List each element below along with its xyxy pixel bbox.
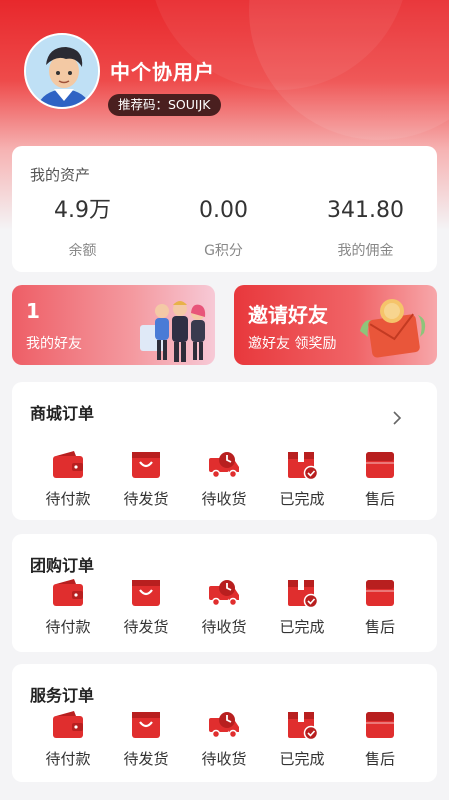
order-after-sales[interactable]: 售后 xyxy=(340,710,420,769)
delivery-truck-icon xyxy=(208,710,240,740)
referral-code-badge[interactable]: 推荐码：SOUIJK xyxy=(108,94,221,116)
section-title: 商城订单 xyxy=(30,404,95,423)
assets-card: 我的资产 4.9万 余额 0.00 G积分 341.80 我的佣金 xyxy=(12,146,437,272)
asset-commission[interactable]: 341.80 我的佣金 xyxy=(295,196,436,260)
avatar[interactable] xyxy=(24,33,100,109)
mall-orders-card: 商城订单 待付款 待发货 待收货 已完成 售后 xyxy=(12,382,437,520)
asset-balance[interactable]: 4.9万 余额 xyxy=(12,196,153,260)
after-sales-icon xyxy=(364,450,396,480)
order-status-label: 待收货 xyxy=(201,490,247,508)
delivery-truck-icon xyxy=(208,578,240,608)
invite-friends-card[interactable]: 邀请好友 邀好友 领奖励 xyxy=(234,285,437,365)
order-status-label: 售后 xyxy=(364,618,395,636)
gift-envelope-icon xyxy=(360,299,426,358)
completed-box-icon xyxy=(286,578,318,608)
shopping-bag-icon xyxy=(130,578,162,608)
order-completed[interactable]: 已完成 xyxy=(262,710,342,769)
order-pending-receipt[interactable]: 待收货 xyxy=(184,450,264,509)
order-after-sales[interactable]: 售后 xyxy=(340,578,420,637)
order-pending-payment[interactable]: 待付款 xyxy=(28,450,108,509)
asset-label: 余额 xyxy=(68,243,97,259)
order-status-label: 售后 xyxy=(364,750,395,768)
order-status-label: 待付款 xyxy=(45,750,91,768)
after-sales-icon xyxy=(364,578,396,608)
section-title: 服务订单 xyxy=(30,686,95,705)
shopping-bag-icon xyxy=(130,450,162,480)
asset-label: 我的佣金 xyxy=(337,243,394,259)
order-status-label: 已完成 xyxy=(279,750,325,768)
service-orders-card: 服务订单 待付款 待发货 待收货 已完成 售后 xyxy=(12,664,437,782)
asset-value: 4.9万 xyxy=(54,198,111,223)
order-after-sales[interactable]: 售后 xyxy=(340,450,420,509)
my-friends-card[interactable]: 1 我的好友 xyxy=(12,285,215,365)
wallet-icon xyxy=(52,450,84,480)
order-completed[interactable]: 已完成 xyxy=(262,578,342,637)
order-status-label: 待发货 xyxy=(123,750,169,768)
assets-title: 我的资产 xyxy=(30,166,91,184)
asset-g-points[interactable]: 0.00 G积分 xyxy=(153,196,294,260)
order-pending-shipment[interactable]: 待发货 xyxy=(106,450,186,509)
invite-subtitle: 邀好友 领奖励 xyxy=(248,336,337,352)
username: 中个协用户 xyxy=(110,60,215,84)
after-sales-icon xyxy=(364,710,396,740)
friends-count: 1 xyxy=(26,299,40,323)
asset-value: 341.80 xyxy=(327,198,404,223)
order-pending-payment[interactable]: 待付款 xyxy=(28,578,108,637)
order-status-label: 待付款 xyxy=(45,618,91,636)
people-illustration-icon xyxy=(140,301,206,362)
order-pending-payment[interactable]: 待付款 xyxy=(28,710,108,769)
section-title: 团购订单 xyxy=(30,556,95,575)
order-status-label: 待发货 xyxy=(123,490,169,508)
invite-title: 邀请好友 xyxy=(248,303,328,327)
order-pending-receipt[interactable]: 待收货 xyxy=(184,710,264,769)
order-status-label: 已完成 xyxy=(279,490,325,508)
completed-box-icon xyxy=(286,710,318,740)
order-pending-shipment[interactable]: 待发货 xyxy=(106,710,186,769)
chevron-right-icon[interactable] xyxy=(387,408,407,428)
delivery-truck-icon xyxy=(208,450,240,480)
shopping-bag-icon xyxy=(130,710,162,740)
order-status-label: 待付款 xyxy=(45,490,91,508)
wallet-icon xyxy=(52,578,84,608)
order-status-label: 待收货 xyxy=(201,618,247,636)
completed-box-icon xyxy=(286,450,318,480)
order-status-label: 待发货 xyxy=(123,618,169,636)
wallet-icon xyxy=(52,710,84,740)
order-status-label: 售后 xyxy=(364,490,395,508)
order-status-label: 已完成 xyxy=(279,618,325,636)
order-completed[interactable]: 已完成 xyxy=(262,450,342,509)
order-pending-receipt[interactable]: 待收货 xyxy=(184,578,264,637)
asset-label: G积分 xyxy=(204,243,243,259)
group-buy-orders-card: 团购订单 待付款 待发货 待收货 已完成 售后 xyxy=(12,534,437,652)
asset-value: 0.00 xyxy=(199,198,248,223)
order-status-label: 待收货 xyxy=(201,750,247,768)
friends-label: 我的好友 xyxy=(26,336,82,352)
order-pending-shipment[interactable]: 待发货 xyxy=(106,578,186,637)
